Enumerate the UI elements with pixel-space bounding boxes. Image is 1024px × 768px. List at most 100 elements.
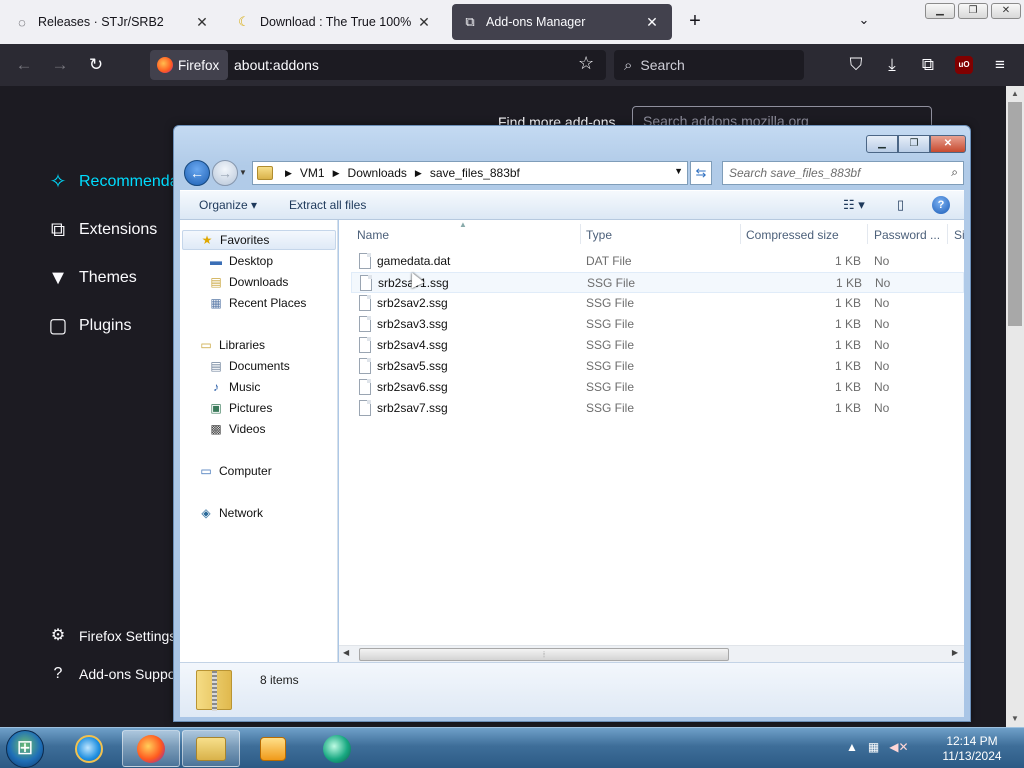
breadcrumb-save-files[interactable]: save_files_883bf xyxy=(430,166,520,180)
volume-muted-icon[interactable]: ◀✕ xyxy=(889,740,908,754)
taskbar-explorer[interactable] xyxy=(182,730,240,767)
scroll-left-icon[interactable]: ◀ xyxy=(343,648,349,657)
page-scrollbar[interactable]: ▲ ▼ xyxy=(1006,86,1024,727)
tab-addons-manager[interactable]: ⧉ Add-ons Manager ✕ xyxy=(452,4,672,40)
ublock-origin-icon[interactable]: uO xyxy=(955,56,973,74)
table-row[interactable]: srb2sav7.ssg SSG File 1 KB No xyxy=(351,398,964,419)
forward-arrow-icon[interactable]: → xyxy=(212,160,238,186)
taskbar-internet-explorer[interactable] xyxy=(60,730,118,767)
table-row[interactable]: srb2sav3.ssg SSG File 1 KB No xyxy=(351,314,964,335)
nav-favorites[interactable]: ★ Favorites xyxy=(182,230,336,250)
explorer-search-input[interactable]: Search save_files_883bf ⌕ xyxy=(722,161,964,185)
list-all-tabs-icon[interactable]: ⌄ xyxy=(854,12,874,32)
minimize-icon[interactable]: ▁ xyxy=(866,135,898,153)
nav-videos[interactable]: ▩ Videos xyxy=(208,421,265,437)
close-tab-icon[interactable]: ✕ xyxy=(414,14,434,31)
help-icon[interactable]: ? xyxy=(932,196,950,214)
videos-icon: ▩ xyxy=(210,422,222,436)
chevron-right-icon[interactable]: ▶ xyxy=(333,168,340,179)
start-button[interactable] xyxy=(6,730,44,768)
table-row[interactable]: srb2sav2.ssg SSG File 1 KB No xyxy=(351,293,964,314)
nav-recent-places[interactable]: ▦ Recent Places xyxy=(208,295,306,311)
chevron-right-icon[interactable]: ▶ xyxy=(285,168,292,179)
scroll-down-icon[interactable]: ▼ xyxy=(1006,711,1024,727)
show-hidden-icons-icon[interactable]: ▲ xyxy=(846,740,858,754)
menu-icon[interactable]: ≡ xyxy=(988,53,1012,77)
table-row[interactable]: gamedata.dat DAT File 1 KB No xyxy=(351,251,964,272)
close-icon[interactable]: ✕ xyxy=(991,3,1021,19)
taskbar-app[interactable] xyxy=(308,730,366,767)
nav-computer[interactable]: ▭ Computer xyxy=(198,463,271,479)
nav-libraries[interactable]: ▭ Libraries xyxy=(198,337,265,353)
url-bar[interactable]: Firefox about:addons ☆ xyxy=(150,50,606,80)
network-tray-icon[interactable]: ▦ xyxy=(868,740,879,754)
minimize-icon[interactable]: ▁ xyxy=(925,3,955,19)
maximize-icon[interactable]: ❐ xyxy=(958,3,988,19)
close-tab-icon[interactable]: ✕ xyxy=(642,14,662,31)
close-tab-icon[interactable]: ✕ xyxy=(192,14,212,31)
new-tab-button[interactable]: + xyxy=(684,10,706,32)
scroll-right-icon[interactable]: ▶ xyxy=(952,648,958,657)
column-header-compressed-size[interactable]: Compressed size xyxy=(746,228,839,242)
address-bar[interactable]: ▶ VM1 ▶ Downloads ▶ save_files_883bf ▼ xyxy=(252,161,688,185)
close-icon[interactable]: ✕ xyxy=(930,135,966,153)
chevron-down-icon[interactable]: ▼ xyxy=(674,166,683,176)
scroll-up-icon[interactable]: ▲ xyxy=(1006,86,1024,102)
table-row[interactable]: srb2sav4.ssg SSG File 1 KB No xyxy=(351,335,964,356)
nav-documents[interactable]: ▤ Documents xyxy=(208,358,289,374)
firefox-settings-link[interactable]: ⚙ Firefox Settings xyxy=(46,624,176,648)
breadcrumb-vm1[interactable]: VM1 xyxy=(300,166,325,180)
preview-pane-icon[interactable]: ▯ xyxy=(897,197,904,213)
nav-music[interactable]: ♪ Music xyxy=(208,379,260,395)
column-divider[interactable] xyxy=(740,224,741,244)
maximize-icon[interactable]: ❐ xyxy=(898,135,930,153)
column-header-name[interactable]: Name xyxy=(357,228,389,242)
refresh-icon[interactable]: ⇆ xyxy=(690,161,712,185)
column-header-password[interactable]: Password ... xyxy=(874,228,940,242)
reload-icon[interactable]: ↻ xyxy=(84,53,108,77)
category-extensions[interactable]: ⧉ Extensions xyxy=(46,218,157,242)
taskbar-media-player[interactable] xyxy=(244,730,302,767)
column-divider[interactable] xyxy=(580,224,581,244)
recent-pages-icon[interactable]: ▼ xyxy=(239,168,247,177)
scroll-thumb[interactable]: ⦙ xyxy=(359,648,729,661)
tab-releases[interactable]: ◌ Releases · STJr/SRB2 ✕ xyxy=(4,4,222,40)
search-bar[interactable]: ⌕ Search xyxy=(614,50,804,80)
nav-pictures[interactable]: ▣ Pictures xyxy=(208,400,272,416)
clock[interactable]: 12:14 PM 11/13/2024 xyxy=(930,734,1014,764)
footer-label: Firefox Settings xyxy=(79,628,177,644)
bookmark-star-icon[interactable]: ☆ xyxy=(578,53,594,74)
column-divider[interactable] xyxy=(867,224,868,244)
table-row[interactable]: srb2sav5.ssg SSG File 1 KB No xyxy=(351,356,964,377)
column-header-type[interactable]: Type xyxy=(586,228,612,242)
extract-all-button[interactable]: Extract all files xyxy=(289,198,366,212)
file-password: No xyxy=(874,254,890,268)
horizontal-scrollbar[interactable]: ◀ ⦙ ▶ xyxy=(339,645,964,662)
downloads-icon[interactable]: ⤓ xyxy=(880,53,904,77)
view-options-icon[interactable]: ☷ ▾ xyxy=(843,197,865,213)
nav-desktop[interactable]: ▬ Desktop xyxy=(208,253,273,269)
category-themes[interactable]: ▼ Themes xyxy=(46,266,137,290)
nav-network[interactable]: ◈ Network xyxy=(198,505,263,521)
pocket-icon[interactable]: ⛉ xyxy=(844,53,868,77)
search-icon: ⌕ xyxy=(624,56,633,74)
table-row[interactable]: srb2sav1.ssg SSG File 1 KB No xyxy=(351,272,964,293)
tab-download[interactable]: ☾ Download : The True 100% Save ✕ xyxy=(226,4,444,40)
breadcrumb-downloads[interactable]: Downloads xyxy=(348,166,407,180)
back-icon[interactable]: ← xyxy=(12,53,36,77)
table-row[interactable]: srb2sav6.ssg SSG File 1 KB No xyxy=(351,377,964,398)
forward-icon[interactable]: → xyxy=(48,53,72,77)
nav-downloads[interactable]: ▤ Downloads xyxy=(208,274,288,290)
identity-box[interactable]: Firefox xyxy=(150,50,228,80)
taskbar-firefox[interactable] xyxy=(122,730,180,767)
chevron-right-icon[interactable]: ▶ xyxy=(415,168,422,179)
extensions-icon[interactable]: ⧉ xyxy=(916,53,940,77)
back-arrow-icon[interactable]: ← xyxy=(184,160,210,186)
column-header-size[interactable]: Si xyxy=(954,228,965,242)
url-text[interactable]: about:addons xyxy=(234,57,319,73)
column-divider[interactable] xyxy=(947,224,948,244)
scroll-thumb[interactable] xyxy=(1008,102,1022,326)
addons-support-link[interactable]: ? Add-ons Support xyxy=(46,662,185,686)
category-plugins[interactable]: ▢ Plugins xyxy=(46,314,132,338)
organize-button[interactable]: Organize ▾ xyxy=(199,198,257,212)
